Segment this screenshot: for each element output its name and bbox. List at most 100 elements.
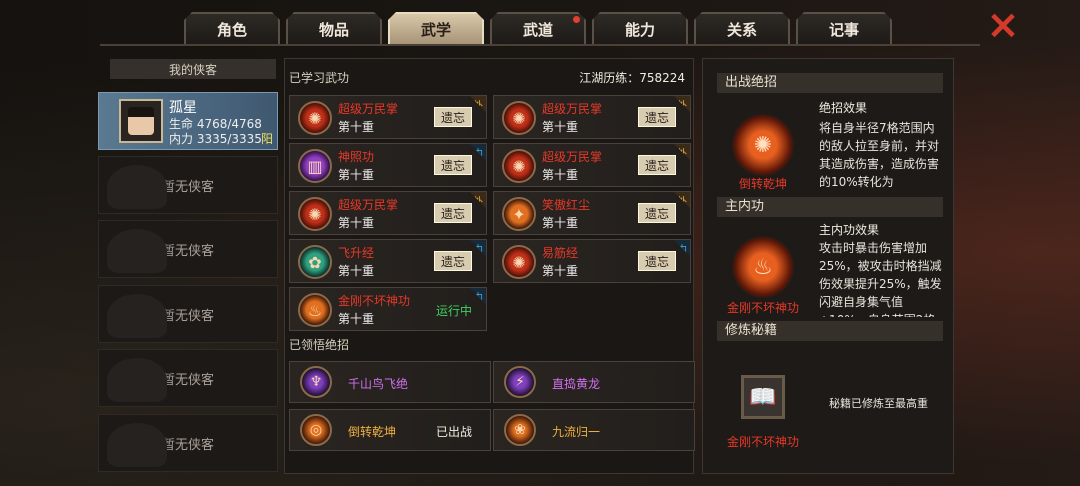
- main-inner-effect-desc: 攻击时暴击伤害增加25%，被攻击时格挡减伤效果提升25%，触发闪避自身集气值+1…: [819, 241, 942, 317]
- skill-panel: 已学习武功 江湖历练：758224 ✺ 超级万民掌 第十重 遗忘外 ✺ 超级万民掌 第十重遗…: [284, 58, 695, 474]
- skill-card[interactable]: ✿ 飞升经第十重 遗忘内: [289, 239, 487, 283]
- skill-name: 超级万民掌: [338, 102, 399, 116]
- hero-slot-empty[interactable]: 暂无侠客: [98, 156, 278, 214]
- silhouette-icon: [107, 423, 167, 467]
- skill-icon: ▥: [298, 149, 332, 183]
- ultimate-card[interactable]: ♆ 千山鸟飞绝: [289, 361, 491, 403]
- ultimate-header: 已领悟绝招: [289, 338, 350, 352]
- silhouette-icon: [107, 229, 167, 273]
- hero-slot-empty[interactable]: 暂无侠客: [98, 285, 278, 343]
- ultimate-name: 千山鸟飞绝: [348, 377, 409, 391]
- skill-card[interactable]: ✺ 超级万民掌第十重 遗忘外: [493, 95, 691, 139]
- forget-button[interactable]: 遗忘: [638, 251, 676, 271]
- book-icon[interactable]: 📖: [741, 375, 785, 419]
- ultimate-card[interactable]: ❀ 九流归一: [493, 409, 695, 451]
- main-inner-effect-title: 主内功效果: [819, 223, 880, 237]
- ultimate-name: 九流归一: [552, 425, 601, 439]
- main-inner-name: 金刚不坏神功: [726, 301, 799, 315]
- hero-mp: 内力 3335/3335: [169, 132, 262, 146]
- forget-button[interactable]: 遗忘: [434, 203, 472, 223]
- tab-0[interactable]: 角色: [184, 12, 280, 44]
- skill-card[interactable]: ✺ 超级万民掌第十重 遗忘外: [493, 143, 691, 187]
- skill-level: 第十重: [338, 168, 375, 182]
- skill-level: 第十重: [542, 120, 579, 134]
- notification-dot: [573, 16, 580, 23]
- tab-5[interactable]: 关系: [694, 12, 790, 44]
- manual-name: 金刚不坏神功: [726, 435, 799, 449]
- skill-name: 超级万民掌: [542, 150, 603, 164]
- ultimate-name: 倒转乾坤: [348, 425, 397, 439]
- empty-slot-label: 暂无侠客: [161, 372, 214, 388]
- forget-button[interactable]: 遗忘: [434, 251, 472, 271]
- tab-6[interactable]: 记事: [796, 12, 892, 44]
- skill-icon: ✺: [502, 149, 536, 183]
- forget-button[interactable]: 遗忘: [638, 203, 676, 223]
- skill-card[interactable]: ✦ 笑傲红尘第十重 遗忘外: [493, 191, 691, 235]
- hero-list-header: 我的侠客: [110, 59, 276, 79]
- silhouette-icon: [107, 165, 167, 209]
- detail-panel: 出战绝招 ✺ 倒转乾坤 绝招效果 将自身半径7格范围内的敌人拉至身前，并对其造成…: [702, 58, 954, 474]
- skill-type-tag: 内: [470, 144, 486, 160]
- skill-level: 第十重: [338, 264, 375, 278]
- silhouette-icon: [107, 358, 167, 402]
- ultimate-effect-title: 绝招效果: [819, 101, 868, 115]
- tab-3[interactable]: 武道: [490, 12, 586, 44]
- skill-name: 易筋经: [542, 246, 579, 260]
- tab-bar: 角色 物品 武学 武道 能力 关系 记事: [184, 12, 892, 44]
- skill-card[interactable]: ✺ 易筋经 第十重 遗忘内: [493, 239, 691, 283]
- hero-slot-empty[interactable]: 暂无侠客: [98, 220, 278, 278]
- close-icon[interactable]: ×: [984, 5, 1022, 45]
- ultimate-icon: ◎: [300, 414, 332, 446]
- battle-ultimate-name: 倒转乾坤: [738, 177, 787, 191]
- avatar: [119, 99, 163, 143]
- skill-level: 第十重: [542, 168, 579, 182]
- forget-button[interactable]: 遗忘: [638, 107, 676, 127]
- skill-level: 第十重: [542, 264, 579, 278]
- ultimate-card[interactable]: ⚡ 直捣黄龙: [493, 361, 695, 403]
- skill-name: 飞升经: [338, 246, 375, 260]
- hero-slot-empty[interactable]: 暂无侠客: [98, 349, 278, 407]
- skill-icon: ✺: [502, 245, 536, 279]
- skill-level: 第十重: [542, 216, 579, 230]
- ultimate-icon: ⚡: [504, 366, 536, 398]
- skill-type-tag: 外: [470, 192, 486, 208]
- skill-type-tag: 外: [674, 96, 690, 112]
- empty-slot-label: 暂无侠客: [161, 308, 214, 324]
- skill-icon: ✺: [502, 101, 536, 135]
- hero-slot-active[interactable]: 孤星 生命 4768/4768 内力 3335/3335 阳: [98, 92, 278, 150]
- skill-type-tag: 外: [674, 144, 690, 160]
- forget-button[interactable]: 遗忘: [434, 107, 472, 127]
- skill-icon: ✺: [298, 101, 332, 135]
- hero-slot-empty[interactable]: 暂无侠客: [98, 414, 278, 472]
- skill-card[interactable]: ✺ 超级万民掌 第十重 遗忘外: [289, 95, 487, 139]
- skill-icon: ✦: [502, 197, 536, 231]
- running-status: 运行中: [436, 304, 473, 318]
- skill-name: 超级万民掌: [542, 102, 603, 116]
- skill-type-tag: 内: [470, 240, 486, 256]
- tab-2[interactable]: 武学: [388, 12, 484, 44]
- main-inner-header: 主内功: [717, 197, 943, 217]
- battle-ultimate-header: 出战绝招: [717, 73, 943, 93]
- skill-card[interactable]: ♨ 金刚不坏神功 第十重 运行中内: [289, 287, 487, 331]
- skill-card[interactable]: ▥ 神照功 第十重 遗忘内: [289, 143, 487, 187]
- skill-icon: ✿: [298, 245, 332, 279]
- skill-type-tag: 外: [674, 192, 690, 208]
- tab-1[interactable]: 物品: [286, 12, 382, 44]
- ultimate-name: 直捣黄龙: [552, 377, 601, 391]
- tab-4[interactable]: 能力: [592, 12, 688, 44]
- skill-card[interactable]: ✺ 超级万民掌 第十重 遗忘外: [289, 191, 487, 235]
- manual-note: 秘籍已修炼至最高重: [829, 397, 928, 410]
- ultimate-status: 已出战: [436, 425, 473, 439]
- ultimate-card[interactable]: ◎ 倒转乾坤 已出战: [289, 409, 491, 451]
- forget-button[interactable]: 遗忘: [434, 155, 472, 175]
- skill-type-tag: 内: [470, 288, 486, 304]
- manual-header: 修炼秘籍: [717, 321, 943, 341]
- empty-slot-label: 暂无侠客: [161, 179, 214, 195]
- tab-divider: [100, 44, 980, 46]
- jianghu-exp: 江湖历练：758224: [579, 71, 685, 85]
- skill-level: 第十重: [338, 216, 375, 230]
- empty-slot-label: 暂无侠客: [161, 437, 214, 453]
- skill-name: 笑傲红尘: [542, 198, 591, 212]
- learned-header: 已学习武功: [289, 71, 350, 85]
- forget-button[interactable]: 遗忘: [638, 155, 676, 175]
